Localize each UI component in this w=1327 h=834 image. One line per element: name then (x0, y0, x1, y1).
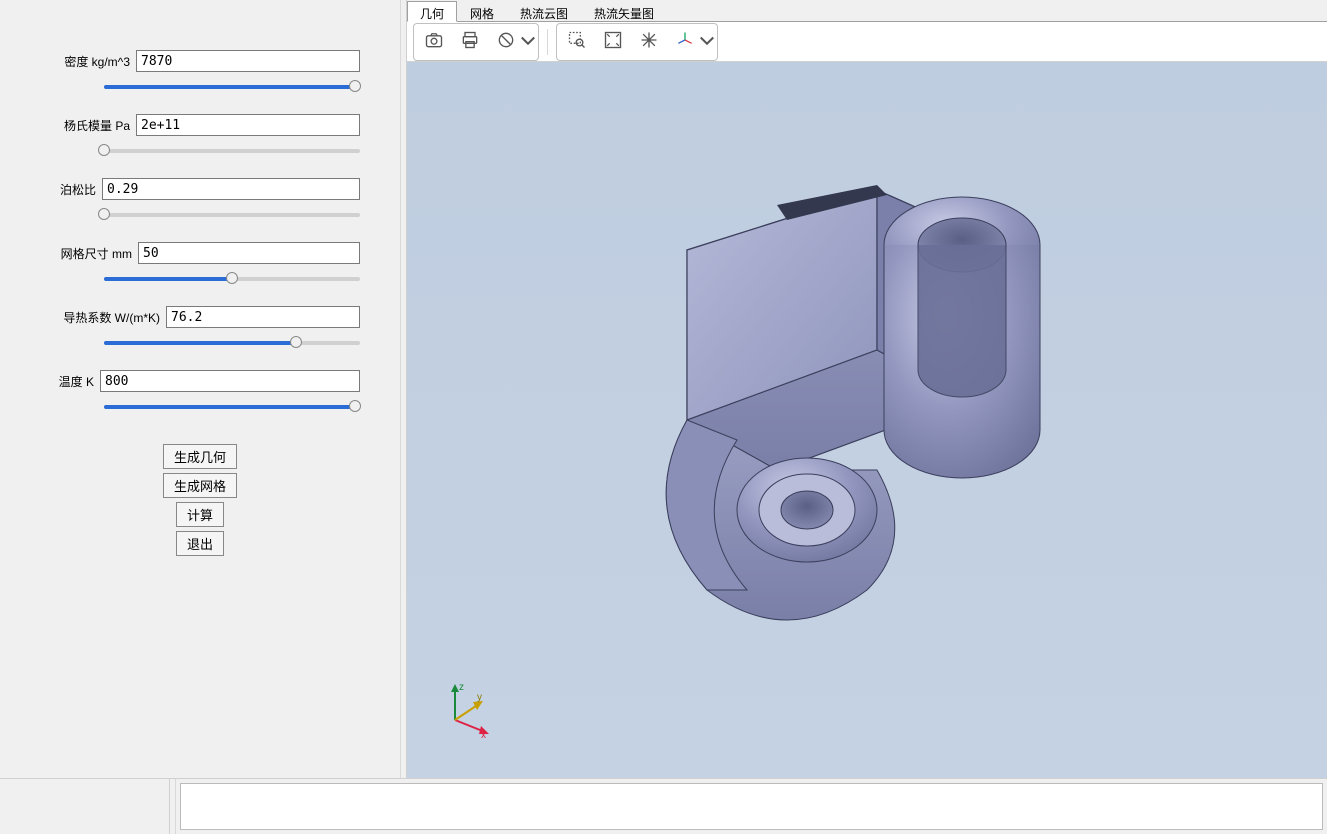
zoom-region-button[interactable] (559, 26, 595, 58)
param-mesh: 网格尺寸 mm (40, 242, 360, 288)
button-column: 生成几何 生成网格 计算 退出 (40, 444, 360, 556)
chevron-down-icon (697, 30, 717, 53)
poisson-input[interactable] (102, 178, 360, 200)
svg-text:z: z (459, 682, 464, 693)
main-area: 密度 kg/m^3 杨氏模量 Pa (0, 0, 1327, 778)
chevron-down-icon (518, 30, 538, 53)
camera-icon (424, 30, 444, 53)
generate-geometry-button[interactable]: 生成几何 (163, 444, 237, 469)
block-icon (496, 30, 516, 53)
bottom-splitter[interactable] (170, 779, 176, 834)
svg-text:x: x (481, 730, 486, 738)
youngs-slider[interactable] (104, 142, 360, 160)
temperature-slider[interactable] (104, 398, 360, 416)
conductivity-input[interactable] (166, 306, 360, 328)
param-label: 网格尺寸 mm (40, 245, 132, 262)
youngs-input[interactable] (136, 114, 360, 136)
param-youngs: 杨氏模量 Pa (40, 114, 360, 160)
screenshot-button[interactable] (416, 26, 452, 58)
temperature-input[interactable] (100, 370, 360, 392)
svg-text:y: y (477, 692, 482, 703)
poisson-slider[interactable] (104, 206, 360, 224)
param-poisson: 泊松比 (40, 178, 360, 224)
model-3d (407, 62, 1327, 778)
printer-icon (460, 30, 480, 53)
axis-icon (675, 30, 695, 53)
expand-view-button[interactable] (631, 26, 667, 58)
tab-bar: 几何 网格 热流云图 热流矢量图 (407, 0, 1327, 22)
compute-button[interactable]: 计算 (176, 502, 224, 527)
viewport-toolbar (407, 22, 1327, 62)
bottom-left-pane (0, 779, 170, 834)
right-pane: 几何 网格 热流云图 热流矢量图 (406, 0, 1327, 778)
tab-heat-vector[interactable]: 热流矢量图 (581, 1, 667, 22)
param-conductivity: 导热系数 W/(m*K) (40, 306, 360, 352)
param-label: 杨氏模量 Pa (40, 117, 130, 134)
bottom-panel (0, 778, 1327, 834)
param-label: 温度 K (40, 373, 94, 390)
viewport-3d[interactable]: z x y (407, 62, 1327, 778)
axis-dropdown-caret[interactable] (699, 26, 715, 58)
app-root: 密度 kg/m^3 杨氏模量 Pa (0, 0, 1327, 834)
density-slider[interactable] (104, 78, 360, 96)
param-label: 泊松比 (40, 181, 96, 198)
exit-button[interactable]: 退出 (176, 531, 224, 556)
mesh-input[interactable] (138, 242, 360, 264)
console-output[interactable] (180, 783, 1323, 830)
fit-icon (603, 30, 623, 53)
fit-view-button[interactable] (595, 26, 631, 58)
mesh-slider[interactable] (104, 270, 360, 288)
tab-mesh[interactable]: 网格 (457, 1, 507, 22)
block-dropdown-caret[interactable] (520, 26, 536, 58)
axis-gizmo: z x y (437, 678, 497, 738)
print-button[interactable] (452, 26, 488, 58)
sidebar-panel: 密度 kg/m^3 杨氏模量 Pa (0, 0, 400, 778)
param-label: 密度 kg/m^3 (40, 53, 130, 70)
tab-geometry[interactable]: 几何 (407, 1, 457, 22)
toolbar-separator (547, 29, 548, 55)
density-input[interactable] (136, 50, 360, 72)
zoom-box-icon (567, 30, 587, 53)
conductivity-slider[interactable] (104, 334, 360, 352)
param-temperature: 温度 K (40, 370, 360, 416)
param-density: 密度 kg/m^3 (40, 50, 360, 96)
tab-heat-contour[interactable]: 热流云图 (507, 1, 581, 22)
generate-mesh-button[interactable]: 生成网格 (163, 473, 237, 498)
param-label: 导热系数 W/(m*K) (40, 309, 160, 326)
expand-icon (639, 30, 659, 53)
